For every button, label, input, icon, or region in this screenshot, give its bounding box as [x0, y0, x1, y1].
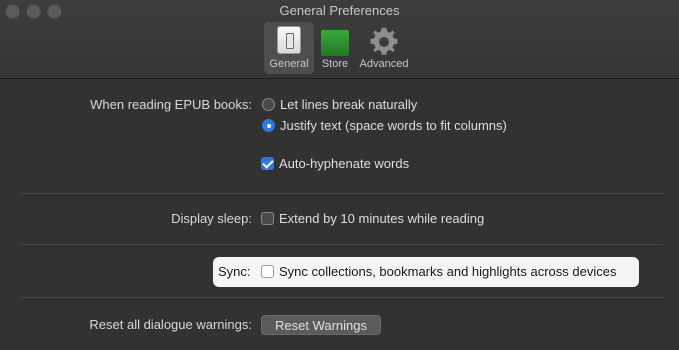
display-sleep-label: Display sleep:: [171, 211, 252, 226]
checkbox-extend-display-sleep[interactable]: Extend by 10 minutes while reading: [261, 211, 484, 227]
checkbox[interactable]: [261, 212, 274, 225]
checkbox[interactable]: [261, 157, 274, 170]
checkbox-sync-collections[interactable]: Sync collections, bookmarks and highligh…: [261, 264, 616, 280]
tab-store-label: Store: [321, 58, 349, 70]
sync-label: Sync:: [218, 264, 251, 279]
radio-let-lines-break-label: Let lines break naturally: [280, 97, 418, 112]
preferences-content: When reading EPUB books: Let lines break…: [0, 79, 679, 350]
reset-warnings-button[interactable]: Reset Warnings: [261, 315, 381, 335]
tab-advanced-label: Advanced: [359, 58, 409, 70]
reset-warnings-label: Reset all dialogue warnings:: [89, 317, 252, 332]
radio-button[interactable]: [262, 119, 275, 132]
tab-general[interactable]: General: [264, 22, 314, 74]
tab-advanced[interactable]: Advanced: [355, 22, 413, 74]
epub-label: When reading EPUB books:: [90, 97, 252, 112]
radio-justify-text[interactable]: Justify text (space words to fit columns…: [262, 118, 507, 134]
preferences-window: General Preferences General Store Advanc…: [0, 0, 679, 350]
store-icon: [321, 30, 349, 56]
checkbox-auto-hyphenate[interactable]: Auto-hyphenate words: [261, 156, 409, 172]
radio-justify-text-label: Justify text (space words to fit columns…: [280, 118, 507, 133]
general-icon: [277, 26, 301, 54]
sync-row-highlight: Sync: Sync collections, bookmarks and hi…: [213, 257, 639, 287]
checkbox-sync-collections-label: Sync collections, bookmarks and highligh…: [279, 264, 617, 279]
titlebar: General Preferences General Store Advanc…: [0, 0, 679, 79]
tab-store[interactable]: Store: [317, 22, 353, 74]
checkbox-auto-hyphenate-label: Auto-hyphenate words: [279, 156, 410, 171]
window-title: General Preferences: [279, 3, 400, 18]
divider: [20, 193, 663, 194]
gear-icon: [370, 27, 398, 55]
checkbox-extend-display-sleep-label: Extend by 10 minutes while reading: [279, 211, 485, 226]
tab-general-label: General: [269, 58, 309, 70]
checkbox[interactable]: [261, 265, 274, 278]
radio-button[interactable]: [262, 98, 275, 111]
divider: [20, 297, 663, 298]
radio-let-lines-break[interactable]: Let lines break naturally: [262, 97, 417, 113]
divider: [20, 244, 663, 245]
